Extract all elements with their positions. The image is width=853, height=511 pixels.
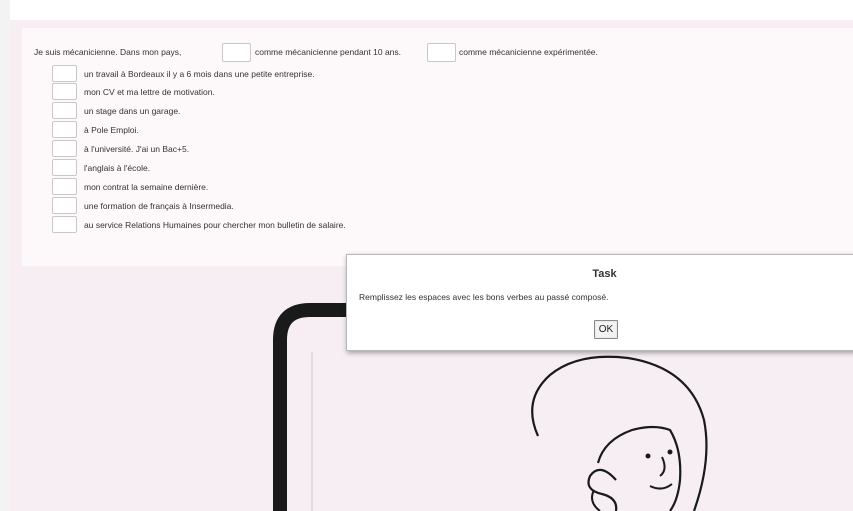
line-4: à Pole Emploi. <box>84 125 139 135</box>
intro-text-3: comme mécanicienne expérimentée. <box>459 47 598 57</box>
line-9: au service Relations Humaines pour cherc… <box>84 220 346 230</box>
gap-2[interactable] <box>427 43 456 62</box>
gap-6[interactable] <box>52 121 77 138</box>
gap-9[interactable] <box>52 178 77 195</box>
gap-3[interactable] <box>52 65 77 82</box>
gap-1[interactable] <box>222 43 251 62</box>
left-scroll-strip <box>0 0 10 511</box>
line-5: à l'université. J'ai un Bac+5. <box>84 144 190 154</box>
line-7: mon contrat la semaine dernière. <box>84 182 209 192</box>
intro-text-2: comme mécanicienne pendant 10 ans. <box>255 47 402 57</box>
line-1: un travail à Bordeaux il y a 6 mois dans… <box>84 69 315 79</box>
line-6: l'anglais à l'école. <box>84 163 151 173</box>
gap-11[interactable] <box>52 216 77 233</box>
gap-4[interactable] <box>52 83 77 100</box>
line-8: une formation de français à Insermedia. <box>84 201 234 211</box>
ok-button[interactable]: OK <box>594 320 618 339</box>
gap-8[interactable] <box>52 159 77 176</box>
dialog-title: Task <box>592 268 617 280</box>
line-2: mon CV et ma lettre de motivation. <box>84 87 215 97</box>
top-strip <box>0 0 853 20</box>
task-dialog: Task Remplissez les espaces avec les bon… <box>346 254 853 351</box>
gap-5[interactable] <box>52 102 77 119</box>
dialog-message: Remplissez les espaces avec les bons ver… <box>359 292 609 302</box>
gap-10[interactable] <box>52 197 77 214</box>
intro-text-1: Je suis mécanicienne. Dans mon pays, <box>34 47 182 57</box>
line-3: un stage dans un garage. <box>84 106 181 116</box>
exercise-panel: Je suis mécanicienne. Dans mon pays, com… <box>22 28 853 266</box>
gap-7[interactable] <box>52 140 77 157</box>
